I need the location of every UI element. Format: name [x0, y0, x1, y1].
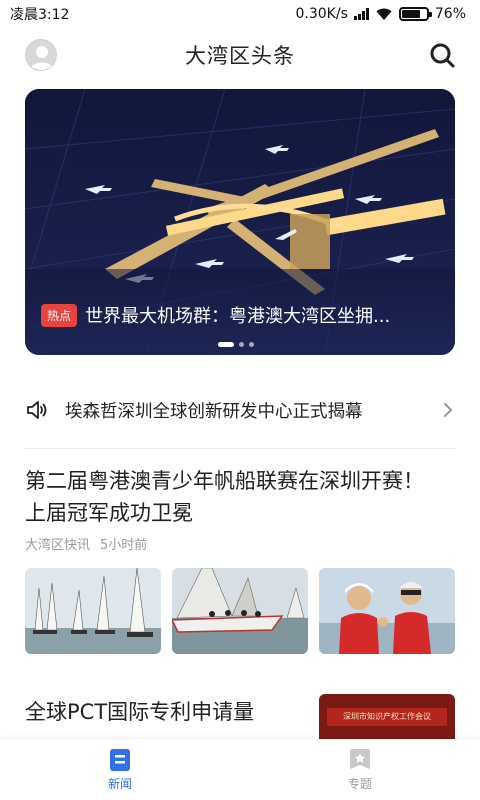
search-icon[interactable] — [428, 41, 456, 69]
signal-icon — [353, 8, 369, 20]
sailboat-race-image[interactable] — [172, 568, 308, 654]
bottom-navigation: 新闻 专题 — [0, 740, 480, 800]
sailors-portrait-image[interactable] — [319, 568, 455, 654]
carousel-dot-active[interactable] — [218, 342, 234, 347]
conference-banner-text: 深圳市知识产权工作会议 — [327, 708, 447, 726]
divider — [25, 448, 455, 449]
news-icon — [110, 749, 130, 771]
status-time: 凌晨3:12 — [10, 7, 70, 23]
sailboat-fleet-image[interactable] — [25, 568, 161, 654]
article-title[interactable]: 全球PCT国际专利申请量 — [25, 696, 254, 726]
battery-icon — [398, 7, 432, 21]
article-time: 5小时前 — [100, 538, 148, 553]
hero-banner[interactable]: 热点 世界最大机场群：粤港澳大湾区坐拥... — [25, 89, 455, 355]
article-title[interactable]: 第二届粤港澳青少年帆船联赛在深圳开赛！上届冠军成功卫冕 — [25, 465, 435, 529]
article-meta: 大湾区快讯 5小时前 — [25, 534, 147, 553]
carousel-indicator — [218, 342, 254, 347]
app-header: 大湾区头条 — [0, 28, 480, 82]
nav-label-news: 新闻 — [107, 777, 132, 791]
carousel-dot[interactable] — [239, 342, 244, 347]
banner-title: 世界最大机场群：粤港澳大湾区坐拥... — [85, 306, 391, 327]
network-speed: 0.30K/s — [295, 6, 348, 22]
article-thumbnails[interactable] — [25, 568, 455, 654]
nav-tab-topics[interactable]: 专题 — [240, 740, 480, 800]
conference-image[interactable]: 深圳市知识产权工作会议 — [319, 694, 455, 739]
article-source: 大湾区快讯 — [25, 538, 91, 553]
battery-percent: 76% — [434, 6, 466, 22]
user-avatar-icon[interactable] — [25, 39, 57, 71]
ticker-text: 埃森哲深圳全球创新研发中心正式揭幕 — [65, 401, 363, 422]
page-title: 大湾区头条 — [185, 44, 295, 68]
banner-caption: 热点 世界最大机场群：粤港澳大湾区坐拥... — [41, 302, 441, 328]
carousel-dot[interactable] — [249, 342, 254, 347]
speaker-icon — [27, 401, 47, 419]
topic-star-icon — [350, 749, 370, 769]
hot-tag: 热点 — [41, 303, 78, 327]
status-indicators: 0.30K/s 76% — [296, 6, 467, 22]
chevron-right-icon — [444, 403, 452, 417]
nav-tab-news[interactable]: 新闻 — [0, 740, 240, 800]
wifi-icon — [376, 8, 392, 20]
nav-label-topics: 专题 — [347, 777, 372, 791]
news-ticker[interactable]: 埃森哲深圳全球创新研发中心正式揭幕 — [25, 390, 455, 430]
status-bar: 凌晨3:12 0.30K/s 76% — [0, 0, 480, 28]
